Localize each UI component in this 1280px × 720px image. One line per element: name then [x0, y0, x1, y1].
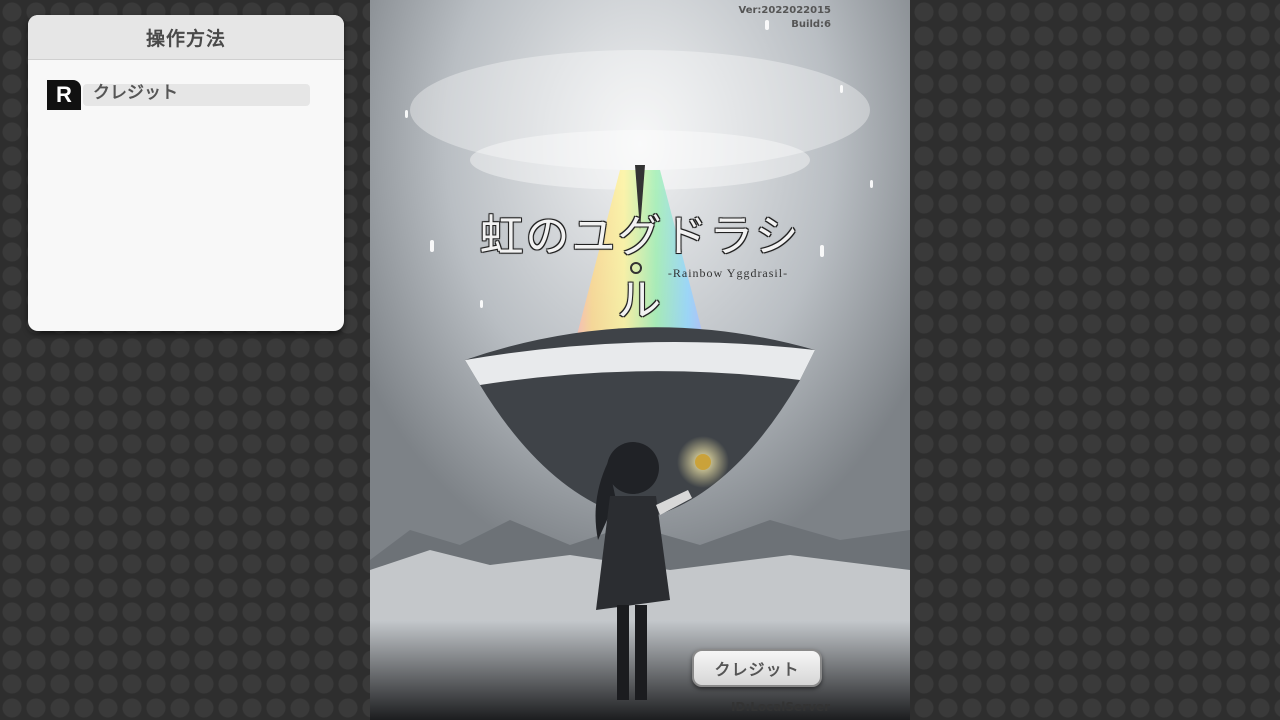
version-info: Ver:2022022015 Build:6 — [739, 4, 832, 32]
build-number: Build:6 — [791, 19, 831, 30]
control-label-credits: クレジット — [83, 84, 310, 106]
game-view[interactable]: Ver:2022022015 Build:6 虹のユグドラシル -Rainbow… — [370, 0, 910, 720]
game-logo-title: 虹のユグドラシル — [479, 211, 801, 326]
control-row-credits: R クレジット — [47, 80, 310, 110]
game-logo-subtitle: -Rainbow Yggdrasil- — [667, 266, 789, 280]
version-number: Ver:2022022015 — [738, 5, 832, 16]
game-logo: 虹のユグドラシル — [475, 200, 805, 326]
controls-panel: 操作方法 R クレジット — [28, 15, 344, 331]
controls-panel-title: 操作方法 — [28, 15, 344, 60]
server-id-label: ID:LocalServer — [730, 700, 830, 714]
r-key-icon: R — [47, 80, 81, 110]
credits-button[interactable]: クレジット — [692, 649, 822, 687]
title-scene-artwork — [370, 0, 910, 720]
